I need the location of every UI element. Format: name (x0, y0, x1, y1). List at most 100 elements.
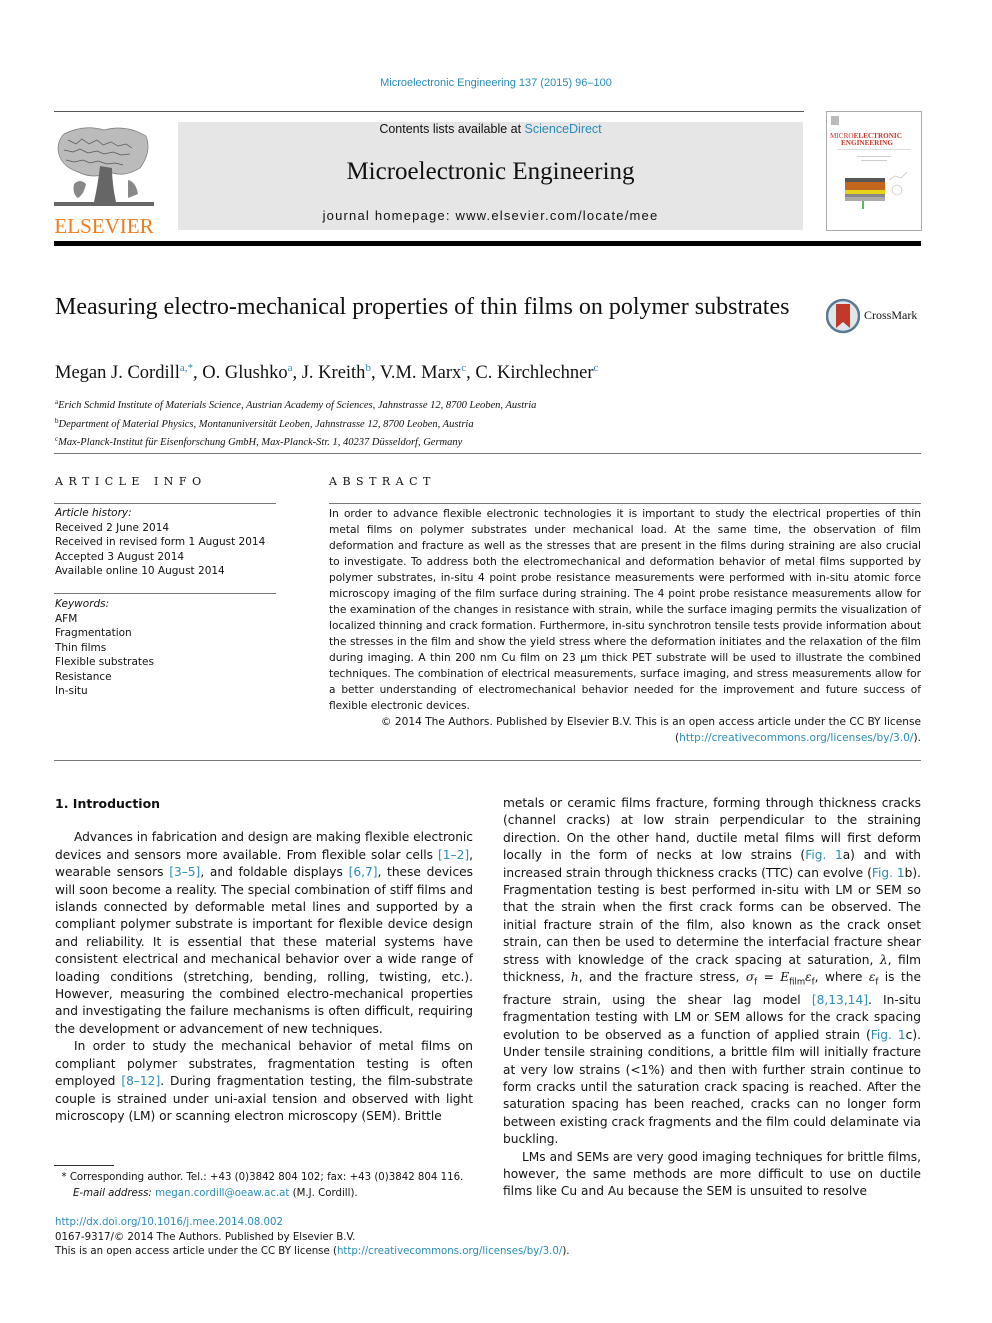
text: b). Fragmentation testing is best perfor… (503, 865, 921, 967)
affiliation: bDepartment of Material Physics, Montanu… (55, 414, 536, 433)
contents-prefix: Contents lists available at (379, 122, 525, 136)
article-info-rule (54, 503, 276, 504)
elsevier-tree-icon (54, 127, 154, 206)
affiliation-text: Max-Planck-Institut für Eisenforschung G… (58, 437, 463, 448)
reference-link[interactable]: [6,7] (349, 865, 378, 879)
article-info-heading: ARTICLE INFO (55, 475, 207, 488)
keywords-label: Keywords: (55, 598, 110, 610)
affiliation-text: Department of Material Physics, Montanun… (58, 418, 474, 430)
figure-link[interactable]: Fig. 1 (805, 848, 843, 862)
figure-link[interactable]: Fig. 1 (872, 866, 905, 880)
crossmark-icon (825, 298, 861, 334)
figure-link[interactable]: Fig. 1 (871, 1028, 906, 1042)
article-title: Measuring electro-mechanical properties … (55, 294, 790, 320)
math-symbol: E (780, 970, 790, 985)
author[interactable]: Megan J. Cordill (55, 363, 180, 383)
license-link[interactable]: http://creativecommons.org/licenses/by/3… (679, 732, 913, 744)
keyword: Fragmentation (55, 627, 132, 639)
author-separator: , (292, 363, 302, 383)
text: , where (814, 970, 869, 985)
abstract-rule (329, 503, 921, 504)
page-footer: http://dx.doi.org/10.1016/j.mee.2014.08.… (55, 1216, 570, 1260)
affiliation-text: Erich Schmid Institute of Materials Scie… (58, 400, 537, 411)
author[interactable]: J. Kreith (302, 363, 366, 383)
email-label: E-mail address: (73, 1187, 152, 1199)
text: , and the fracture stress, (578, 970, 746, 985)
history-label: Article history: (55, 507, 132, 519)
history-item: Received in revised form 1 August 2014 (55, 536, 266, 548)
journal-cover-thumbnail[interactable]: MICROELECTRONIC ENGINEERING (826, 111, 922, 231)
journal-name: Microelectronic Engineering (346, 158, 635, 185)
reference-link[interactable]: [8,13,14] (812, 993, 868, 1007)
author[interactable]: C. Kirchlechner (475, 363, 593, 383)
paren: ). (913, 732, 921, 744)
cover-title-line2: ENGINEERING (841, 139, 893, 147)
abstract-bottom-rule (54, 760, 921, 761)
math-subscript: film (789, 977, 806, 988)
text: , and foldable displays (200, 865, 349, 880)
author-separator: , (370, 363, 380, 383)
history-item: Received 2 June 2014 (55, 521, 170, 534)
affiliations-rule (54, 453, 921, 454)
body-left-column: 1. Introduction Advances in fabrication … (55, 795, 473, 1125)
history-item: Accepted 3 August 2014 (55, 550, 185, 563)
paragraph: metals or ceramic films fracture, formin… (503, 795, 921, 1149)
math-symbol: λ (879, 952, 888, 967)
keyword: AFM (55, 612, 78, 625)
abstract-text: In order to advance flexible electronic … (329, 508, 921, 712)
email-link[interactable]: megan.cordill@oeaw.ac.at (155, 1188, 289, 1199)
crossmark-button[interactable]: CrossMark (825, 298, 926, 334)
math-symbol: h (570, 970, 579, 985)
author-affiliation-mark[interactable]: c (594, 362, 599, 374)
elsevier-wordmark: ELSEVIER (54, 214, 154, 238)
header-thick-rule (54, 241, 921, 246)
journal-masthead: Contents lists available at ScienceDirec… (178, 122, 803, 230)
math-symbol: σ (745, 970, 755, 985)
keywords-rule (54, 593, 276, 594)
sciencedirect-link[interactable]: ScienceDirect (525, 122, 602, 136)
author-separator: , (466, 363, 476, 383)
reference-link[interactable]: [3–5] (169, 865, 200, 879)
text: , these devices will soon become a reali… (55, 865, 473, 1036)
footnote-rule (54, 1165, 114, 1166)
paragraph: LMs and SEMs are very good imaging techn… (503, 1149, 921, 1199)
author-affiliation-mark[interactable]: a,* (180, 362, 193, 374)
footnote-text: Corresponding author. Tel.: +43 (0)3842 … (66, 1172, 464, 1183)
author-list: Megan J. Cordilla,*, O. Glushkoa, J. Kre… (55, 362, 598, 384)
contents-line: Contents lists available at ScienceDirec… (178, 122, 803, 136)
history-item: Available online 10 August 2014 (55, 565, 225, 577)
author-separator: , (193, 363, 203, 383)
corresponding-author: * Corresponding author. Tel.: +43 (0)384… (55, 1170, 463, 1186)
copyright-text: © 2014 The Authors. Published by Elsevie… (380, 716, 921, 728)
article-history: Article history: Received 2 June 2014 Re… (55, 506, 265, 579)
paragraph: In order to study the mechanical behavio… (55, 1038, 473, 1125)
reference-link[interactable]: [1–2] (438, 848, 469, 862)
issn-line: 0167-9317/© 2014 The Authors. Published … (55, 1231, 356, 1243)
body-right-column: metals or ceramic films fracture, formin… (503, 795, 921, 1201)
corresponding-author-footnote: * Corresponding author. Tel.: +43 (0)384… (55, 1170, 463, 1201)
abstract: In order to advance flexible electronic … (329, 506, 921, 746)
open-access-line: This is an open access article under the… (55, 1245, 570, 1260)
doi-link[interactable]: http://dx.doi.org/10.1016/j.mee.2014.08.… (55, 1216, 570, 1231)
affiliations: aErich Schmid Institute of Materials Sci… (55, 395, 536, 451)
email-line: E-mail address: megan.cordill@oeaw.ac.at… (55, 1186, 463, 1202)
keyword: Thin films (55, 641, 107, 654)
author[interactable]: V.M. Marx (380, 363, 461, 383)
paragraph: Advances in fabrication and design are m… (55, 829, 473, 1038)
text: Advances in fabrication and design are m… (55, 830, 473, 862)
homepage-link[interactable]: www.elsevier.com/locate/mee (455, 208, 658, 223)
keyword: Flexible substrates (55, 656, 154, 668)
reference-link[interactable]: [8–12] (121, 1074, 160, 1088)
journal-citation[interactable]: Microelectronic Engineering 137 (2015) 9… (0, 77, 992, 89)
header-rule (54, 111, 804, 112)
affiliation: aErich Schmid Institute of Materials Sci… (55, 395, 536, 414)
journal-homepage: journal homepage: www.elsevier.com/locat… (178, 208, 803, 223)
elsevier-logo[interactable]: ELSEVIER (54, 122, 154, 238)
section-heading: 1. Introduction (55, 796, 161, 811)
license-link[interactable]: http://creativecommons.org/licenses/by/3… (337, 1246, 562, 1257)
author[interactable]: O. Glushko (202, 363, 287, 383)
keyword: Resistance (55, 670, 112, 683)
oa-suffix: ). (562, 1246, 570, 1257)
text: = (757, 970, 781, 985)
homepage-prefix: journal homepage: (322, 208, 456, 223)
